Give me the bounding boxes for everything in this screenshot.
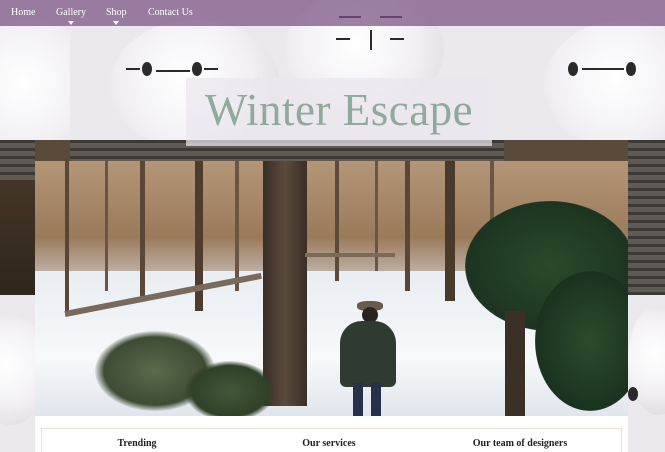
tree-trunk: [505, 311, 525, 416]
person-coat: [340, 321, 396, 387]
nav-label: Gallery: [56, 7, 86, 18]
tree-trunk: [105, 161, 108, 291]
tree-trunk: [405, 161, 410, 291]
nav-item-contact[interactable]: Contact Us: [148, 7, 193, 18]
section-heading-trending: Trending: [117, 438, 157, 449]
person-leg: [353, 383, 363, 416]
background-tile: [0, 140, 35, 295]
content-panel: Trending Our services Our team of design…: [35, 416, 628, 452]
section-heading-services: Our services: [302, 438, 356, 449]
section-heading-designers: Our team of designers: [472, 438, 568, 449]
hero-image: [35, 161, 628, 416]
person-leg: [371, 383, 381, 416]
tree-trunk: [445, 161, 455, 301]
title-banner: Winter Escape: [186, 78, 492, 146]
background-tile: [628, 295, 665, 452]
tree-trunk: [235, 161, 239, 291]
top-nav: Home Gallery Shop Contact Us: [0, 0, 665, 26]
tree-trunk: [335, 161, 339, 281]
background-tile: [628, 140, 665, 295]
nav-item-gallery[interactable]: Gallery: [56, 7, 86, 25]
nav-label: Contact Us: [148, 7, 193, 18]
page-title: Winter Escape: [204, 85, 474, 135]
nav-label: Home: [11, 7, 36, 18]
fallen-log: [305, 253, 395, 257]
bush: [185, 361, 275, 416]
nav-item-shop[interactable]: Shop: [106, 7, 127, 25]
tree-trunk: [65, 161, 69, 311]
background-tile: [0, 295, 35, 452]
chevron-down-icon: [113, 21, 120, 25]
main-tree-trunk: [263, 161, 307, 406]
nav-label: Shop: [106, 7, 127, 18]
chevron-down-icon: [68, 21, 74, 25]
tree-trunk: [140, 161, 145, 301]
nav-item-home[interactable]: Home: [11, 7, 35, 18]
